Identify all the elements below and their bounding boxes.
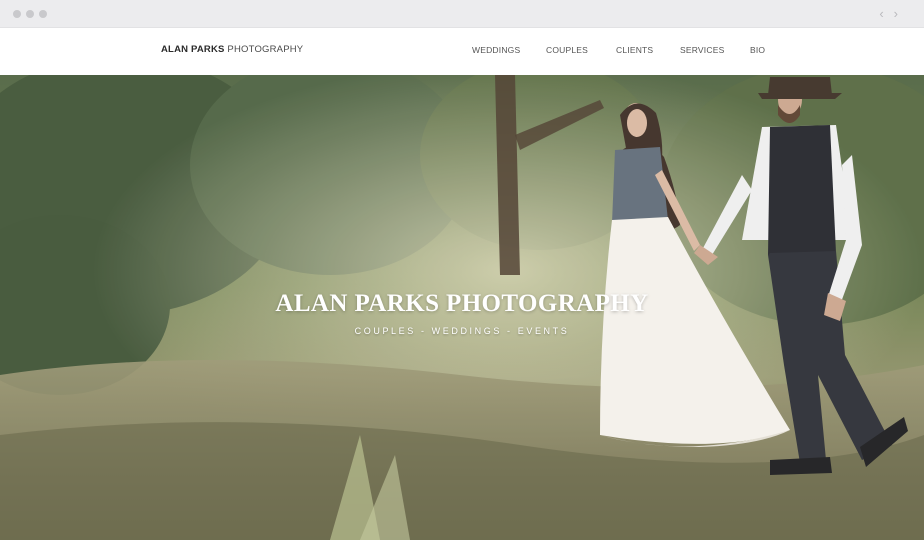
forward-arrow-icon[interactable]: › [894,7,898,20]
back-arrow-icon[interactable]: ‹ [879,7,883,20]
maximize-window-dot[interactable] [39,10,47,18]
nav-link-services[interactable]: SERVICES [680,45,724,55]
browser-titlebar: ‹ › [0,0,924,28]
window-controls [13,10,47,18]
nav-link-clients[interactable]: CLIENTS [616,45,653,55]
nav-link-couples[interactable]: COUPLES [546,45,588,55]
browser-window: ‹ › ALAN PARKS PHOTOGRAPHY WEDDINGS COUP… [0,0,924,540]
nav-link-bio[interactable]: BIO [750,45,765,55]
hero-section: ALAN PARKS PHOTOGRAPHY COUPLES - WEDDING… [0,75,924,540]
site-header: ALAN PARKS PHOTOGRAPHY WEDDINGS COUPLES … [0,28,924,75]
hero-subtitle: COUPLES - WEDDINGS - EVENTS [354,326,570,336]
close-window-dot[interactable] [13,10,21,18]
main-navigation: WEDDINGS COUPLES CLIENTS SERVICES BIO [0,45,924,59]
nav-link-weddings[interactable]: WEDDINGS [472,45,520,55]
hero-title: ALAN PARKS PHOTOGRAPHY [275,290,649,317]
minimize-window-dot[interactable] [26,10,34,18]
browser-nav-arrows: ‹ › [879,7,898,20]
